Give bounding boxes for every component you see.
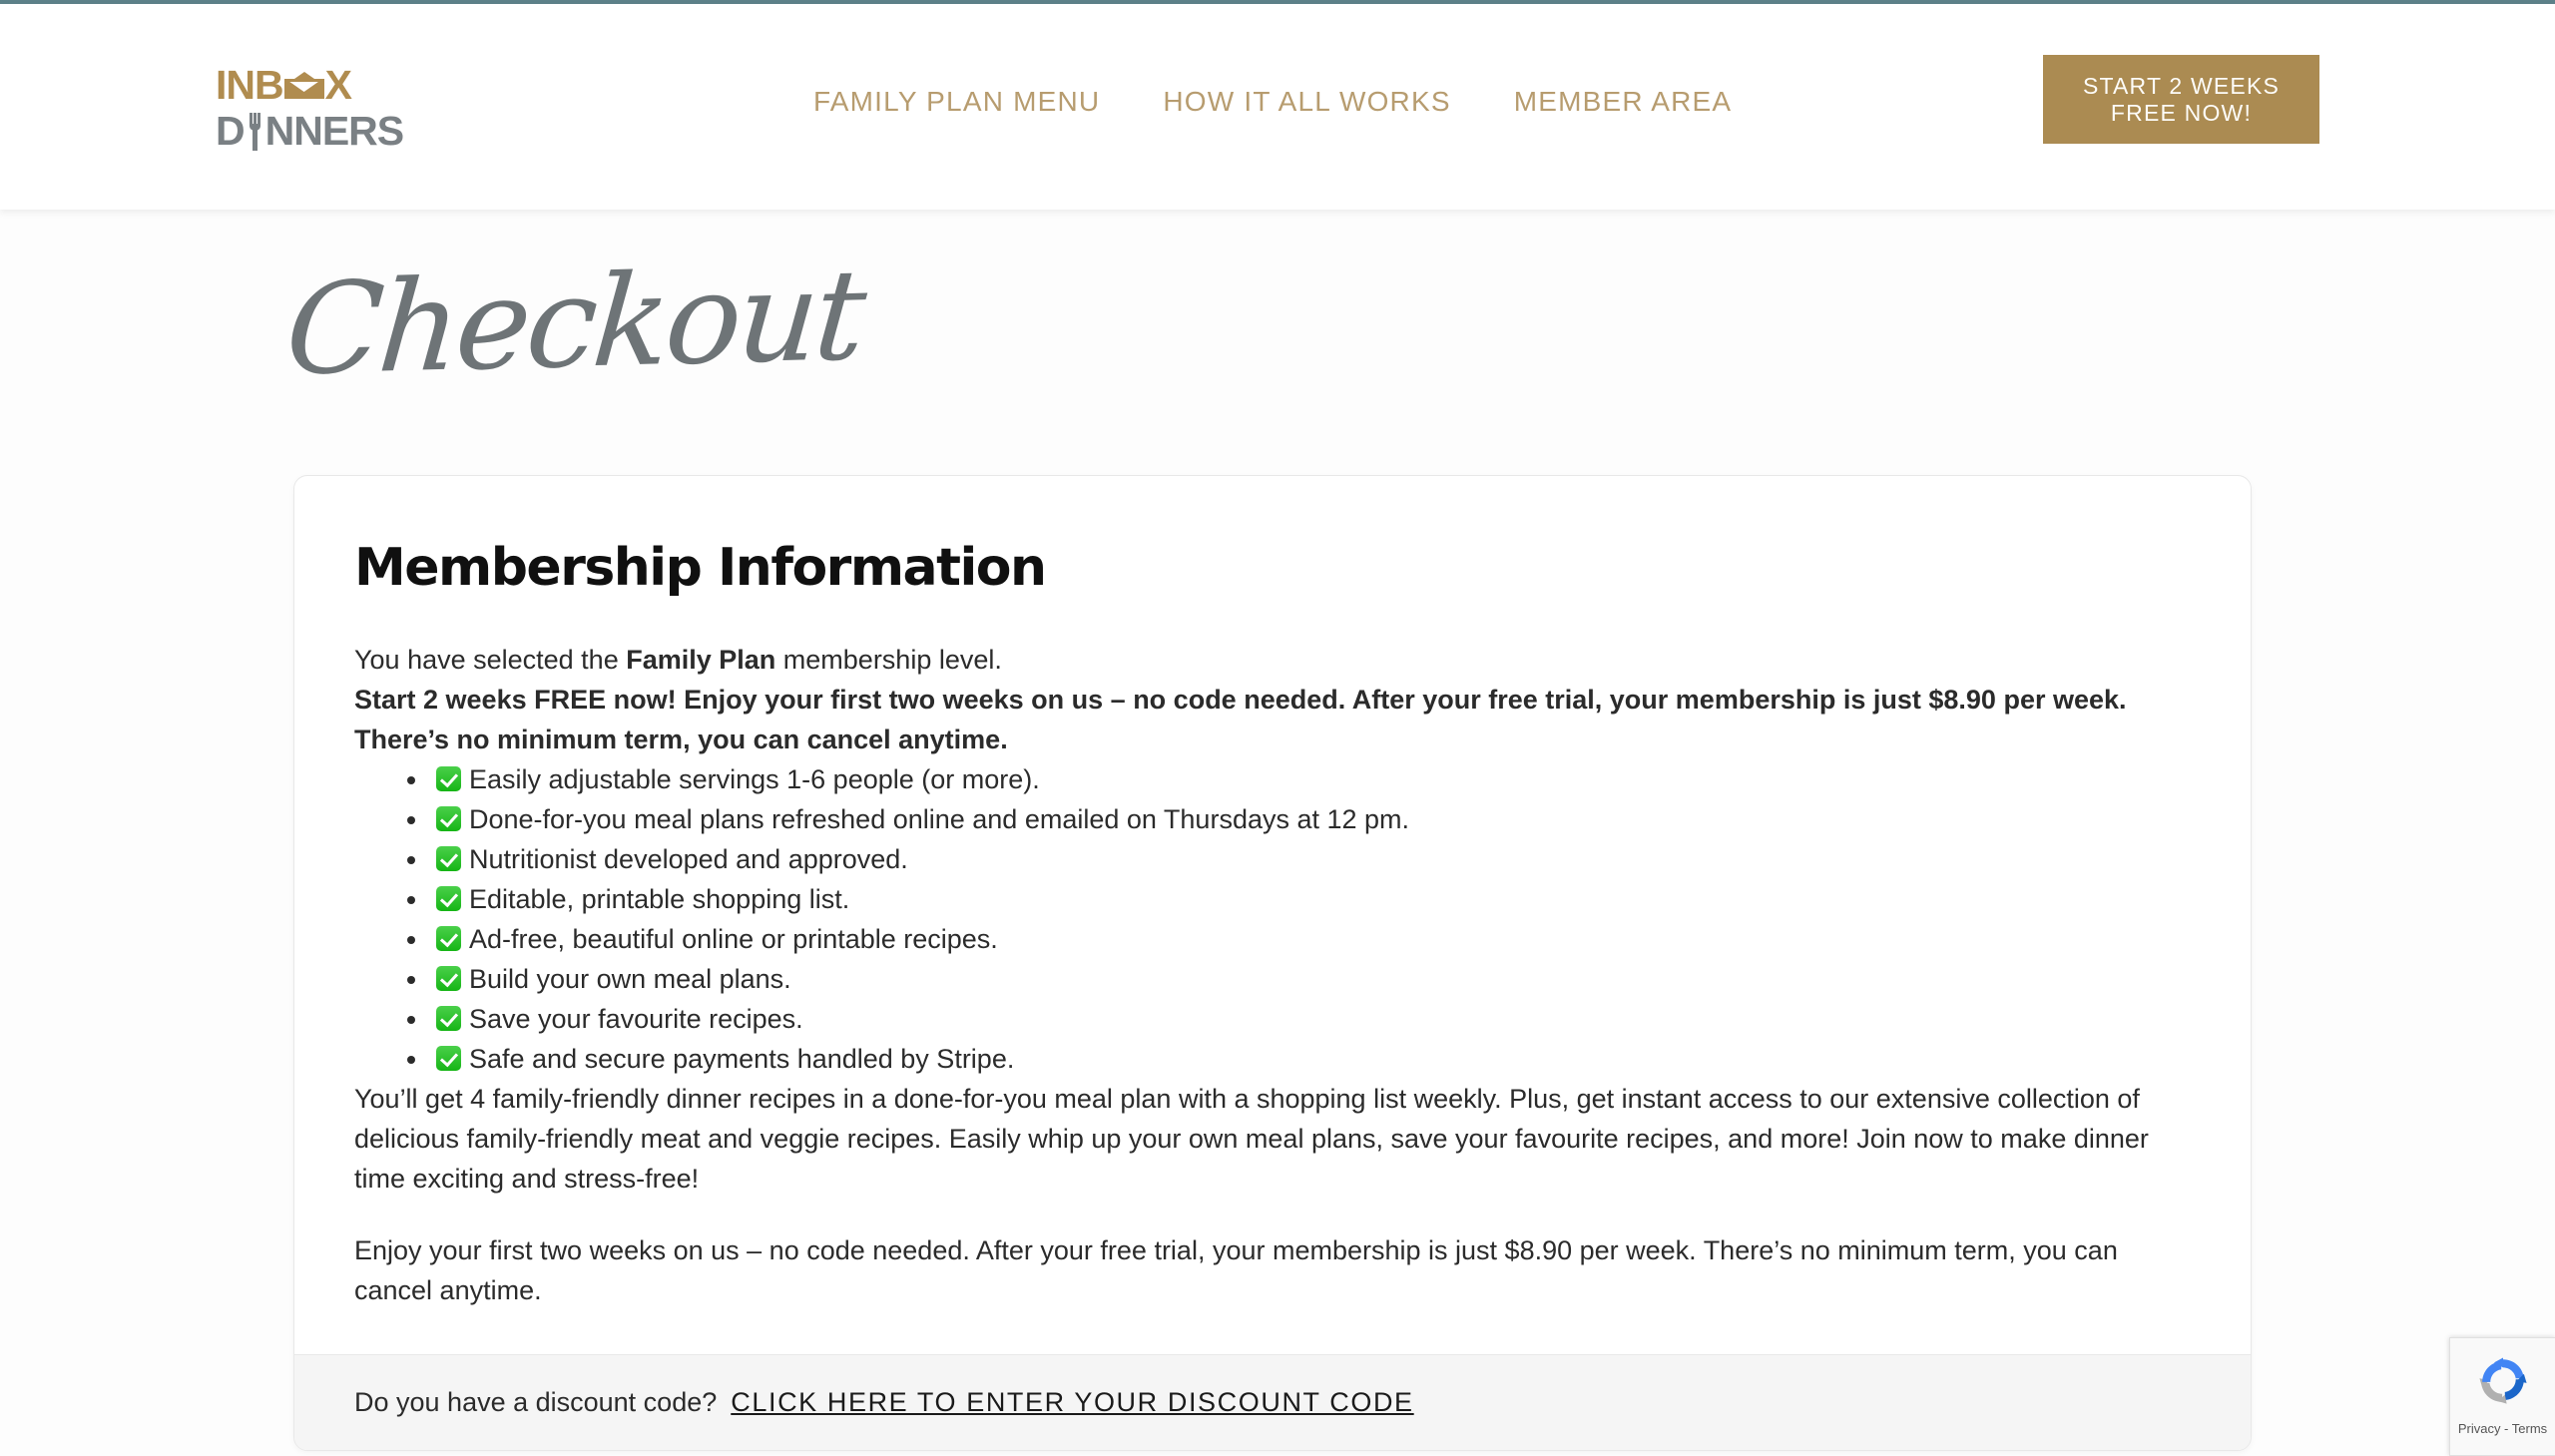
card-content: Membership Information You have selected… — [294, 476, 2251, 1354]
logo-text-x: X — [324, 62, 352, 108]
check-icon — [436, 1046, 461, 1071]
description-paragraph: You’ll get 4 family-friendly dinner reci… — [354, 1084, 2149, 1194]
feature-label: Ad-free, beautiful online or printable r… — [469, 924, 998, 954]
list-item: Save your favourite recipes. — [430, 999, 2191, 1039]
nav-item-member-area[interactable]: MEMBER AREA — [1514, 86, 1733, 118]
logo-text-d: D — [216, 108, 246, 154]
list-item: Safe and secure payments handled by Stri… — [430, 1039, 2191, 1079]
logo-text-inb: INB — [216, 62, 284, 108]
feature-label: Safe and secure payments handled by Stri… — [469, 1044, 1015, 1074]
page-title: Checkout — [280, 242, 868, 404]
main-navigation: FAMILY PLAN MENU HOW IT ALL WORKS MEMBER… — [813, 86, 1732, 118]
feature-label: Editable, printable shopping list. — [469, 884, 850, 914]
trial-terms-paragraph: Enjoy your first two weeks on us – no co… — [354, 1235, 2118, 1305]
recaptcha-badge[interactable]: Privacy - Terms — [2449, 1337, 2555, 1456]
feature-label: Save your favourite recipes. — [469, 1004, 803, 1034]
feature-label: Done-for-you meal plans refreshed online… — [469, 804, 1410, 834]
list-item: Easily adjustable servings 1-6 people (o… — [430, 759, 2191, 799]
nav-item-how-it-all-works[interactable]: HOW IT ALL WORKS — [1163, 86, 1450, 118]
trial-highlight-text: Start 2 weeks FREE now! Enjoy your first… — [354, 685, 2127, 754]
feature-label: Build your own meal plans. — [469, 964, 791, 994]
check-icon — [436, 886, 461, 911]
feature-label: Nutritionist developed and approved. — [469, 844, 908, 874]
fork-icon — [248, 111, 262, 151]
site-logo[interactable]: INB X D NNERS — [216, 62, 415, 157]
card-heading: Membership Information — [354, 538, 1047, 598]
check-icon — [436, 846, 461, 871]
feature-list: Easily adjustable servings 1-6 people (o… — [430, 759, 2191, 1079]
page-body: Checkout Membership Information You have… — [0, 210, 2555, 1456]
feature-label: Easily adjustable servings 1-6 people (o… — [469, 764, 1040, 794]
selected-plan-line: You have selected the Family Plan member… — [354, 640, 2191, 680]
intro-text-before: You have selected the — [354, 645, 627, 675]
membership-information-card: Membership Information You have selected… — [293, 475, 2252, 1451]
list-item: Editable, printable shopping list. — [430, 879, 2191, 919]
recaptcha-icon — [2478, 1357, 2527, 1404]
site-header: INB X D NNERS FAMILY PLAN MENU HOW IT AL… — [0, 4, 2555, 210]
logo-text-nners: NNERS — [264, 108, 405, 154]
nav-item-family-plan-menu[interactable]: FAMILY PLAN MENU — [813, 86, 1100, 118]
logo-line-dinners: D NNERS — [216, 108, 415, 154]
selected-plan-name: Family Plan — [626, 645, 776, 675]
check-icon — [436, 966, 461, 991]
recaptcha-privacy-terms[interactable]: Privacy - Terms — [2458, 1421, 2547, 1436]
discount-code-footer: Do you have a discount code? CLICK HERE T… — [294, 1354, 2251, 1450]
envelope-icon — [283, 71, 324, 99]
enter-discount-code-link[interactable]: CLICK HERE TO ENTER YOUR DISCOUNT CODE — [731, 1387, 1413, 1417]
list-item: Ad-free, beautiful online or printable r… — [430, 919, 2191, 959]
logo-line-inbox: INB X — [216, 62, 415, 108]
list-item: Nutritionist developed and approved. — [430, 839, 2191, 879]
start-free-trial-button[interactable]: START 2 WEEKS FREE NOW! — [2043, 55, 2319, 144]
check-icon — [436, 1006, 461, 1031]
check-icon — [436, 766, 461, 791]
discount-question-label: Do you have a discount code? — [354, 1387, 718, 1417]
list-item: Build your own meal plans. — [430, 959, 2191, 999]
intro-text-after: membership level. — [775, 645, 1002, 675]
check-icon — [436, 926, 461, 951]
list-item: Done-for-you meal plans refreshed online… — [430, 799, 2191, 839]
check-icon — [436, 806, 461, 831]
